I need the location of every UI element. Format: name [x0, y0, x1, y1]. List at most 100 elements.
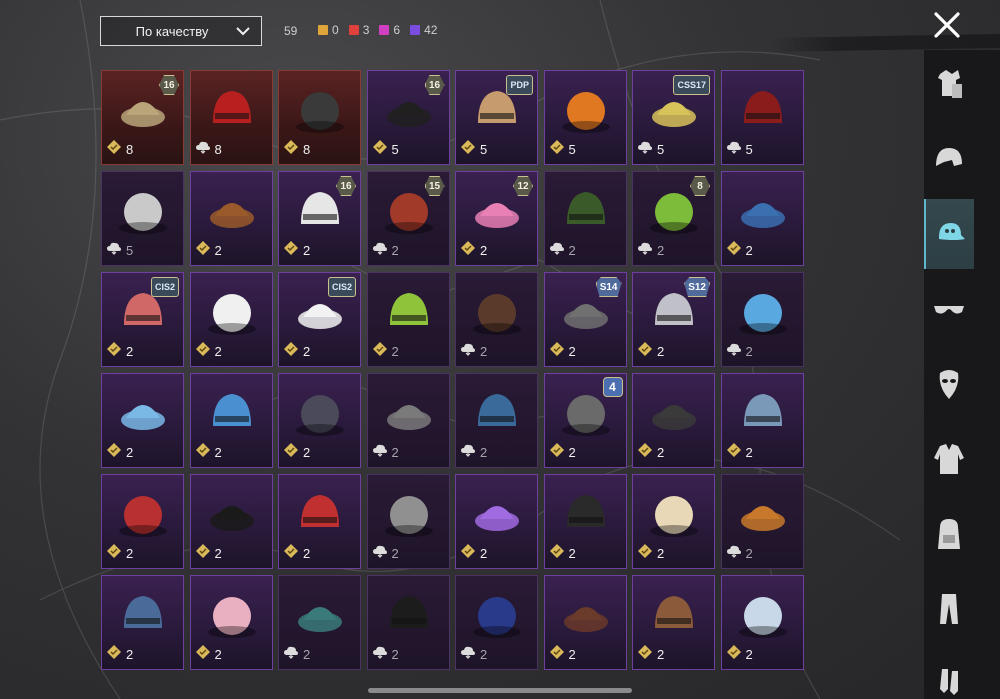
inventory-item[interactable]: 8 [189, 70, 273, 165]
item-count: 2 [303, 445, 311, 460]
gold-token-icon [460, 543, 476, 564]
item-footer: 2 [549, 240, 576, 261]
gold-token-icon [283, 543, 299, 564]
inventory-item[interactable]: 2 [720, 474, 804, 569]
home-indicator[interactable] [368, 688, 632, 693]
inventory-item[interactable]: 5 [720, 70, 804, 165]
gold-token-icon [549, 139, 565, 160]
inventory-item[interactable]: 2 [632, 373, 715, 468]
inventory-item[interactable]: 2 [543, 474, 627, 569]
inventory-item[interactable]: 2 [189, 474, 273, 569]
inventory-item[interactable]: 8 [278, 70, 361, 165]
gold-token-icon [549, 543, 565, 564]
inventory-item[interactable]: 2 [366, 272, 450, 367]
gold-token-icon [106, 543, 122, 564]
inventory-item[interactable]: CIS2 2 [278, 272, 361, 367]
sidebar-cap-tab[interactable] [924, 199, 974, 269]
sidebar-helmet-tab[interactable] [924, 124, 974, 194]
item-footer: 2 [726, 240, 753, 261]
inventory-item[interactable]: 2 [366, 474, 450, 569]
inventory-item[interactable]: 2 [632, 575, 715, 670]
cloud-token-icon [726, 341, 742, 362]
item-footer: 5 [106, 240, 133, 261]
item-badge: 4 [602, 377, 623, 397]
inventory-item[interactable]: 2 [455, 373, 538, 468]
stat-purple: 42 [410, 23, 437, 37]
inventory-item[interactable]: 16 5 [366, 70, 450, 165]
inventory-item[interactable]: 2 [278, 474, 361, 569]
cloud-token-icon [106, 240, 122, 261]
gold-token-icon [195, 341, 211, 362]
item-footer: 2 [283, 543, 310, 564]
sidebar-backpack-icon [938, 519, 960, 549]
inventory-item[interactable]: CIS2 2 [101, 272, 184, 367]
item-footer: 2 [460, 341, 487, 362]
sidebar-mask-tab[interactable] [924, 349, 974, 419]
inventory-item[interactable]: PDP 5 [455, 70, 538, 165]
sort-dropdown[interactable]: По качеству [100, 16, 262, 46]
inventory-item[interactable]: 15 2 [366, 171, 450, 266]
inventory-item[interactable]: 2 [632, 474, 715, 569]
item-footer: 8 [283, 139, 310, 160]
item-footer: 2 [549, 341, 576, 362]
inventory-item[interactable]: 2 [455, 474, 538, 569]
item-count: 2 [214, 546, 222, 561]
inventory-item[interactable]: 2 [101, 575, 184, 670]
inventory-item[interactable]: 5 [101, 171, 184, 266]
chevron-down-icon [236, 27, 250, 36]
sidebar-glasses-tab[interactable] [924, 274, 974, 344]
inventory-item[interactable]: 2 [278, 373, 361, 468]
sidebar-shoes-tab[interactable] [924, 649, 974, 699]
close-icon[interactable] [930, 8, 964, 42]
item-footer: 5 [726, 139, 753, 160]
inventory-item[interactable]: 2 [720, 272, 804, 367]
inventory-item[interactable]: 2 [366, 575, 450, 670]
item-count: 2 [480, 546, 488, 561]
inventory-item[interactable]: 82 [632, 171, 715, 266]
sidebar-backpack-tab[interactable] [924, 499, 974, 569]
inventory-item[interactable]: S14 2 [543, 272, 627, 367]
inventory-item[interactable]: 2 [278, 575, 361, 670]
sidebar-outfit-tab[interactable] [924, 50, 974, 120]
item-count: 2 [568, 243, 576, 258]
sidebar-shoes-icon [940, 669, 958, 695]
gold-token-icon [106, 442, 122, 463]
sidebar-outfit-icon [938, 70, 962, 98]
inventory-item[interactable]: 2 [101, 373, 184, 468]
gold-token-icon [637, 644, 653, 665]
gold-token-icon [283, 139, 299, 160]
inventory-item[interactable]: 2 [189, 575, 273, 670]
inventory-item[interactable]: 2 [720, 575, 804, 670]
inventory-item[interactable]: 2 [189, 272, 273, 367]
inventory-item[interactable]: 2 [543, 171, 627, 266]
stat-purple-value: 42 [424, 23, 438, 37]
sidebar-jacket-tab[interactable] [924, 424, 974, 494]
inventory-item[interactable]: 5 [543, 70, 627, 165]
inventory-item[interactable]: 2 [720, 373, 804, 468]
item-footer: 2 [460, 240, 487, 261]
inventory-item[interactable]: 16 2 [278, 171, 361, 266]
item-count: 8 [303, 142, 311, 157]
inventory-item[interactable]: 2 [101, 474, 184, 569]
inventory-item[interactable]: 2 [455, 272, 538, 367]
item-footer: 8 [106, 139, 133, 160]
inventory-item[interactable]: S12 2 [632, 272, 715, 367]
stat-red-swatch [348, 25, 359, 35]
inventory-item[interactable]: CSS17 5 [632, 70, 715, 165]
item-footer: 5 [637, 139, 664, 160]
sidebar-pants-tab[interactable] [924, 574, 974, 644]
inventory-item[interactable]: 42 [543, 373, 627, 468]
item-footer: 2 [372, 240, 399, 261]
inventory-item[interactable]: 2 [720, 171, 804, 266]
item-footer: 2 [637, 341, 664, 362]
item-footer: 2 [283, 442, 310, 463]
inventory-item[interactable]: 2 [189, 171, 273, 266]
item-count: 2 [745, 546, 753, 561]
item-count: 2 [568, 344, 576, 359]
inventory-item[interactable]: 2 [455, 575, 538, 670]
inventory-item[interactable]: 12 2 [455, 171, 538, 266]
inventory-item[interactable]: 2 [543, 575, 627, 670]
inventory-item[interactable]: 2 [366, 373, 450, 468]
inventory-item[interactable]: 16 8 [101, 70, 184, 165]
inventory-item[interactable]: 2 [189, 373, 273, 468]
